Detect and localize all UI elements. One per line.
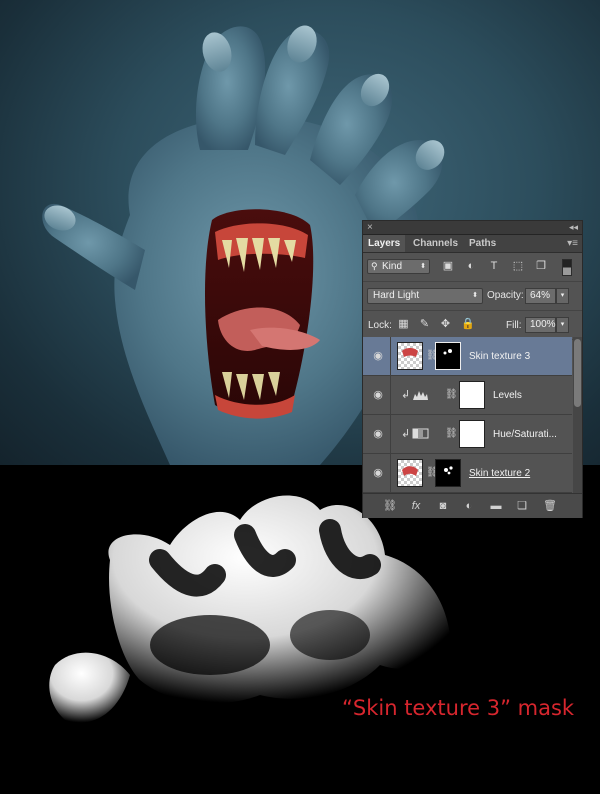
new-layer-icon[interactable]: ❏ (515, 499, 529, 513)
link-icon[interactable]: ⛓ (383, 499, 397, 513)
tab-paths[interactable]: Paths (464, 235, 501, 252)
lock-move-icon[interactable]: ✥ (439, 318, 452, 331)
divider (390, 454, 391, 493)
chain-link-icon[interactable]: ⛓ (445, 428, 458, 439)
scrollbar-thumb[interactable] (574, 339, 581, 407)
folder-icon[interactable]: ▬ (489, 499, 503, 513)
tab-layers[interactable]: Layers (363, 235, 406, 252)
shape-filter-icon[interactable]: ⬚ (511, 259, 525, 273)
blend-mode-value: Hard Light (373, 290, 420, 301)
collapse-icon[interactable]: ◂◂ (569, 221, 578, 234)
mask-thumbnail-icon (443, 349, 452, 355)
close-icon[interactable]: × (367, 221, 373, 234)
panel-titlebar: × ◂◂ (363, 221, 582, 235)
eye-icon[interactable]: ◉ (370, 427, 386, 441)
layer-row[interactable]: ◉ ↲ ⛓ Hue/Saturati... (363, 415, 572, 454)
clipping-arrow-icon: ↲ (401, 389, 411, 401)
fx-icon[interactable]: fx (409, 499, 423, 513)
opacity-input[interactable]: 64% ▾ (525, 288, 569, 304)
opacity-value: 64% (530, 290, 551, 301)
layers-scrollbar[interactable] (573, 337, 582, 493)
filter-toggle-switch[interactable] (562, 259, 572, 276)
layers-panel: × ◂◂ Layers Channels Paths ▾≡ ⚲ Kind ⬍ ▣… (362, 220, 583, 518)
tab-channels[interactable]: Channels (408, 235, 463, 252)
chain-link-icon[interactable]: ⛓ (445, 389, 458, 400)
layer-row[interactable]: ◉ ↲ ⛓ Levels (363, 376, 572, 415)
layer-name[interactable]: Levels (493, 390, 522, 401)
layer-name[interactable]: Skin texture 2 (469, 468, 530, 479)
layer-name[interactable]: Skin texture 3 (469, 351, 530, 362)
kind-filter-select[interactable]: ⚲ Kind ⬍ (367, 259, 430, 274)
mask-thumbnail[interactable] (435, 459, 461, 487)
eye-icon[interactable]: ◉ (370, 349, 386, 363)
fill-value: 100% (530, 319, 556, 330)
clipping-arrow-icon: ↲ (401, 428, 411, 440)
layer-row[interactable]: ◉ ⛓ Skin texture 2 (363, 454, 572, 493)
layer-name[interactable]: Hue/Saturati... (493, 429, 557, 440)
lock-all-icon[interactable]: 🔒 (461, 318, 475, 331)
fill-label: Fill: (506, 320, 522, 331)
mask-thumbnail-icon (444, 466, 453, 475)
filter-row: ⚲ Kind ⬍ ▣ ◐ T ⬚ ❐ (363, 253, 582, 282)
layer-row[interactable]: ◉ ⛓ Skin texture 3 (363, 337, 572, 376)
mask-thumbnail[interactable] (435, 342, 461, 370)
fill-input[interactable]: 100% ▾ (525, 317, 569, 333)
kind-label: Kind (382, 261, 403, 272)
texture-thumbnail-icon (402, 348, 418, 357)
add-mask-icon[interactable]: ◙ (436, 499, 450, 513)
eye-icon[interactable]: ◉ (370, 388, 386, 402)
eye-icon[interactable]: ◉ (370, 466, 386, 480)
search-icon: ⚲ (371, 261, 378, 271)
updown-arrow-icon: ⬍ (420, 263, 426, 270)
divider (390, 337, 391, 376)
divider (390, 415, 391, 454)
image-filter-icon[interactable]: ▣ (441, 259, 455, 273)
updown-arrow-icon: ⬍ (472, 292, 478, 299)
opacity-dropdown-icon[interactable]: ▾ (556, 288, 569, 304)
panel-tabs: Layers Channels Paths ▾≡ (363, 235, 582, 253)
layers-list: ◉ ⛓ Skin texture 3 ◉ ↲ ⛓ Levels ◉ ↲ ⛓ Hu… (363, 337, 572, 493)
layer-thumbnail[interactable] (397, 342, 423, 370)
type-filter-icon[interactable]: T (487, 259, 501, 273)
blend-mode-select[interactable]: Hard Light ⬍ (367, 288, 483, 304)
lock-paint-icon[interactable]: ✎ (418, 318, 431, 331)
divider (390, 376, 391, 415)
mask-thumbnail[interactable] (459, 381, 485, 409)
hue-saturation-adjustment-icon[interactable] (412, 427, 429, 440)
levels-adjustment-icon[interactable] (412, 388, 429, 401)
smart-object-filter-icon[interactable]: ❐ (534, 259, 548, 273)
lock-label: Lock: (368, 320, 392, 331)
panel-bottom-toolbar: ⛓ fx ◙ ◐ ▬ ❏ 🗑 (363, 493, 582, 518)
fill-dropdown-icon[interactable]: ▾ (556, 317, 569, 333)
lock-row: Lock: ▦ ✎ ✥ 🔒 Fill: 100% ▾ (363, 311, 582, 340)
opacity-label: Opacity: (487, 290, 524, 301)
trash-icon[interactable]: 🗑 (543, 499, 557, 513)
texture-thumbnail-icon (402, 466, 418, 476)
adjustment-filter-icon[interactable]: ◐ (464, 259, 478, 273)
adjustment-layer-icon[interactable]: ◐ (462, 499, 476, 513)
lock-transparent-icon[interactable]: ▦ (397, 318, 410, 331)
mask-caption: “Skin texture 3” mask (342, 696, 575, 720)
blend-row: Hard Light ⬍ Opacity: 64% ▾ (363, 282, 582, 311)
panel-menu-icon[interactable]: ▾≡ (567, 235, 578, 252)
mask-thumbnail[interactable] (459, 420, 485, 448)
layer-thumbnail[interactable] (397, 459, 423, 487)
